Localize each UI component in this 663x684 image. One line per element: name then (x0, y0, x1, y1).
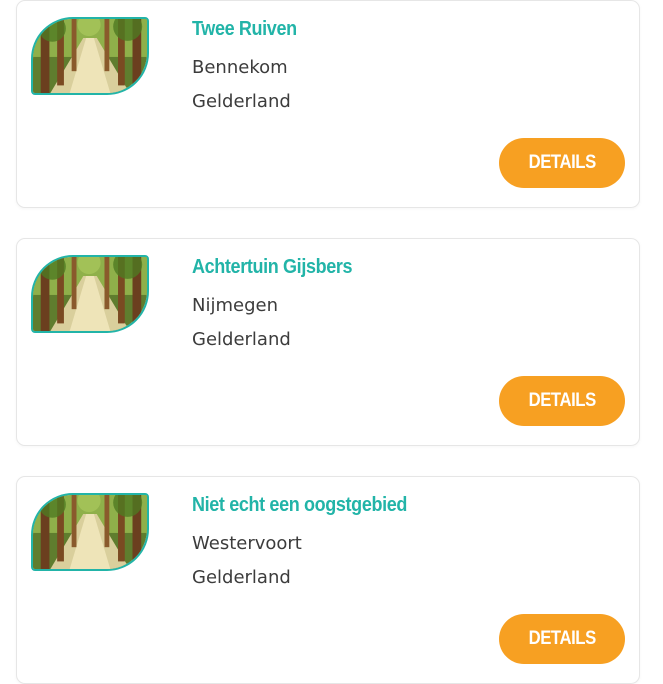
details-button[interactable]: DETAILS (499, 614, 625, 664)
details-button-label: DETAILS (528, 152, 596, 173)
location-title: Niet echt een oogstgebied (192, 494, 408, 516)
location-city: Westervoort (192, 533, 302, 554)
location-city: Bennekom (192, 57, 288, 78)
details-button-label: DETAILS (528, 390, 596, 411)
details-button-label: DETAILS (528, 628, 596, 649)
forest-path-thumbnail (31, 255, 149, 333)
forest-path-thumbnail (31, 17, 149, 95)
location-card: Twee Ruiven Bennekom Gelderland DETAILS (16, 0, 640, 208)
location-card: Achtertuin Gijsbers Nijmegen Gelderland … (16, 238, 640, 446)
location-region: Gelderland (192, 91, 291, 112)
location-city: Nijmegen (192, 295, 278, 316)
location-card: Niet echt een oogstgebied Westervoort Ge… (16, 476, 640, 684)
location-list: Twee Ruiven Bennekom Gelderland DETAILS (16, 0, 642, 684)
details-button[interactable]: DETAILS (499, 138, 625, 188)
forest-path-thumbnail (31, 493, 149, 571)
location-region: Gelderland (192, 567, 291, 588)
location-title: Achtertuin Gijsbers (192, 256, 353, 278)
location-title: Twee Ruiven (192, 18, 297, 40)
details-button[interactable]: DETAILS (499, 376, 625, 426)
location-region: Gelderland (192, 329, 291, 350)
